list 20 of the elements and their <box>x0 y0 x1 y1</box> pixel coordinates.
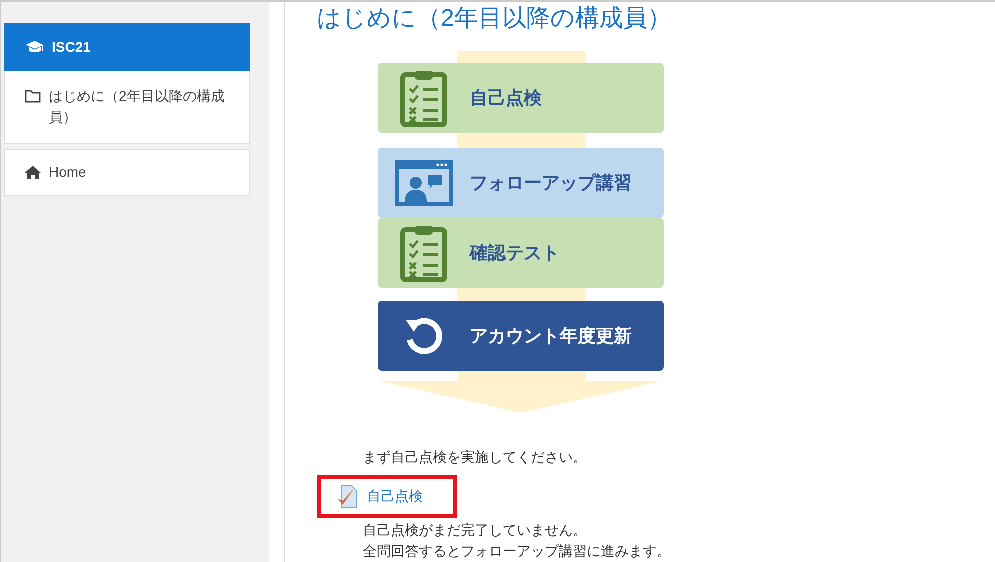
graduation-cap-icon <box>26 40 44 54</box>
sidebar-item[interactable]: はじめに（2年目以降の構成員） <box>5 71 249 143</box>
step-label: フォローアップ講習 <box>470 172 632 194</box>
video-call-icon <box>394 159 454 207</box>
clipboard-icon <box>400 69 448 127</box>
intro-text: まず自己点検を実施してください。 <box>363 448 588 467</box>
checked-document-icon <box>337 484 359 508</box>
step-label: 確認テスト <box>470 242 560 264</box>
clipboard-icon <box>400 224 448 282</box>
home-link[interactable]: Home <box>4 149 250 196</box>
status-note: 全問回答するとフォローアップ講習に進みます。 <box>363 542 672 561</box>
course-title: ISC21 <box>52 38 91 56</box>
folder-icon <box>25 89 41 103</box>
activity-link[interactable]: 自己点検 <box>367 486 423 507</box>
course-header[interactable]: ISC21 <box>4 23 250 71</box>
step-label: アカウント年度更新 <box>470 324 632 348</box>
page-title: はじめに（2年目以降の構成員） <box>317 4 672 34</box>
step-label: 自己点検 <box>470 86 542 110</box>
status-note: 自己点検がまだ完了していません。 <box>363 521 588 540</box>
home-icon <box>25 166 41 179</box>
